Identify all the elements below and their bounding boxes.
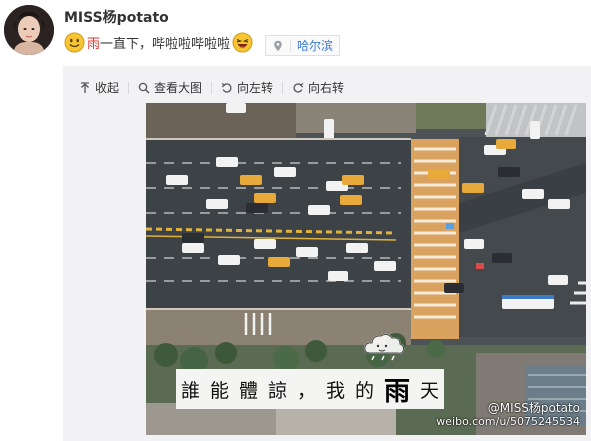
toolbar-divider <box>282 81 284 94</box>
view-large-button[interactable]: 查看大图 <box>138 79 202 96</box>
rotate-right-label: 向右转 <box>308 81 345 95</box>
post-text: 雨 一直下，哔啦啦哔啦啦 <box>64 31 253 53</box>
rotate-left-icon <box>221 82 233 94</box>
location-pin-icon <box>272 40 284 52</box>
magnifier-icon <box>138 82 150 94</box>
avatar[interactable] <box>4 5 54 55</box>
laugh-emoji-icon <box>232 32 253 53</box>
username-link[interactable]: MISS杨potato <box>64 7 169 27</box>
watermark-name: @MISS杨potato <box>487 401 580 415</box>
photo-caption-band: 誰能體諒，我的 雨 天 <box>176 369 444 409</box>
toolbar-divider <box>128 81 130 94</box>
location-tag[interactable]: 哈尔滨 <box>265 35 341 56</box>
rotate-right-button[interactable]: 向右转 <box>292 79 344 96</box>
media-toolbar: 收起 查看大图 向左转 向右转 <box>79 79 344 96</box>
collapse-button[interactable]: 收起 <box>79 79 119 96</box>
photo-caption-rain: 雨 <box>383 376 410 407</box>
rotate-right-icon <box>292 82 304 94</box>
view-large-label: 查看大图 <box>154 81 203 95</box>
photo-caption-text: 誰能體諒，我的 <box>180 379 384 402</box>
post-text-body: 一直下，哔啦啦哔啦啦 <box>100 36 231 52</box>
collapse-label: 收起 <box>95 81 120 95</box>
collapse-arrow-icon <box>79 81 91 94</box>
photo-watermark: @MISS杨potato weibo.com/u/5075245534 <box>436 401 580 429</box>
media-panel: 收起 查看大图 向左转 向右转 誰能體諒，我的 雨 天 @MISS杨potato… <box>63 66 591 441</box>
toolbar-divider <box>211 81 213 94</box>
post-text-rain: 雨 <box>87 36 101 52</box>
location-label: 哈尔滨 <box>297 39 334 53</box>
cloud-doodle-icon <box>362 329 406 361</box>
avatar-photo <box>4 5 54 55</box>
rotate-left-button[interactable]: 向左转 <box>221 79 273 96</box>
watermark-url: weibo.com/u/5075245534 <box>436 415 580 428</box>
post-photo[interactable]: 誰能體諒，我的 雨 天 @MISS杨potato weibo.com/u/507… <box>146 103 586 435</box>
chip-divider <box>290 39 291 52</box>
smile-emoji-icon <box>64 32 85 53</box>
photo-caption-tail: 天 <box>420 379 440 402</box>
rotate-left-label: 向左转 <box>237 81 274 95</box>
